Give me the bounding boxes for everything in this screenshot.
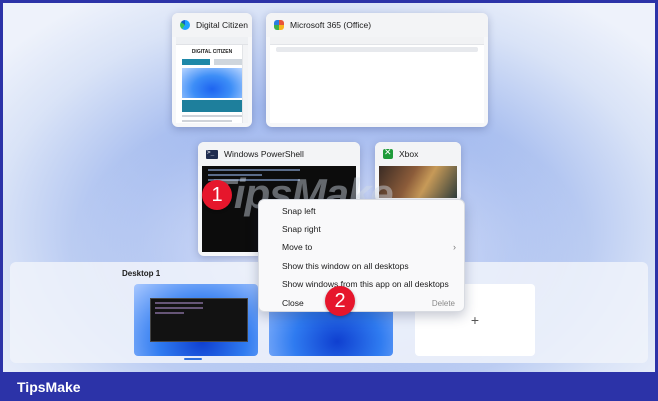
- active-desktop-indicator: [184, 358, 202, 360]
- address-bar: [276, 47, 478, 52]
- shortcut-hint: Delete: [431, 298, 455, 308]
- menu-item-show-window-all-desktops[interactable]: Show this window on all desktops: [259, 257, 464, 275]
- footer-banner: TipsMake: [0, 372, 658, 401]
- window-preview: DIGITAL CITIZEN: [176, 37, 248, 123]
- task-view: Digital Citizen DIGITAL CITIZEN Microsof…: [0, 0, 658, 372]
- powershell-icon: [206, 149, 218, 159]
- menu-item-snap-right[interactable]: Snap right: [259, 220, 464, 238]
- window-title-bar: Xbox: [375, 142, 461, 166]
- step-badge-1: 1: [202, 180, 232, 210]
- hero-image: [182, 68, 242, 98]
- site-logo: DIGITAL CITIZEN: [191, 49, 233, 55]
- menu-item-move-to[interactable]: Move to ›: [259, 238, 464, 256]
- xbox-icon: [383, 147, 393, 159]
- window-title: Digital Citizen: [196, 20, 248, 30]
- article-banner: [182, 100, 242, 112]
- window-title-bar: Digital Citizen: [172, 13, 252, 37]
- microsoft-365-icon: [274, 20, 284, 30]
- window-thumbnail-office[interactable]: Microsoft 365 (Office): [266, 13, 488, 127]
- window-preview: [270, 37, 484, 123]
- window-title-bar: Microsoft 365 (Office): [266, 13, 488, 37]
- context-menu: Snap left Snap right Move to › Show this…: [258, 199, 465, 312]
- browser-toolbar: [176, 37, 248, 45]
- plus-icon: +: [470, 312, 480, 328]
- browser-toolbar: [270, 37, 484, 45]
- menu-item-close[interactable]: Close Delete: [259, 294, 464, 312]
- window-title: Microsoft 365 (Office): [290, 20, 372, 30]
- terminal-window-preview: [150, 298, 248, 342]
- browser-sidebar: [242, 45, 248, 123]
- step-badge-2: 2: [325, 286, 355, 316]
- edge-browser-icon: [180, 20, 190, 30]
- window-thumbnail-edge[interactable]: Digital Citizen DIGITAL CITIZEN: [172, 13, 252, 127]
- window-title: Xbox: [399, 149, 419, 159]
- text-line: [182, 120, 233, 122]
- brand-logo: TipsMake: [17, 378, 81, 395]
- desktop-thumbnail[interactable]: [134, 284, 258, 356]
- site-nav: [182, 59, 242, 65]
- chevron-right-icon: ›: [453, 242, 456, 252]
- menu-item-snap-left[interactable]: Snap left: [259, 202, 464, 220]
- window-title-bar: Windows PowerShell: [198, 142, 360, 166]
- window-title: Windows PowerShell: [224, 149, 304, 159]
- menu-item-show-app-all-desktops[interactable]: Show windows from this app on all deskto…: [259, 275, 464, 293]
- text-line: [182, 115, 242, 117]
- desktop-label: Desktop 1: [122, 269, 161, 278]
